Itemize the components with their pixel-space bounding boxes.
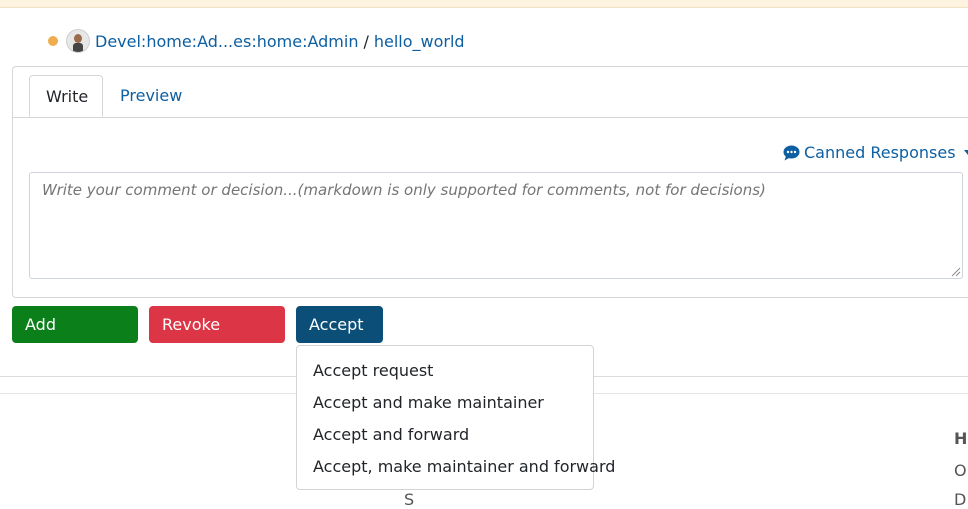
tab-preview[interactable]: Preview [104,75,198,117]
add-comment-button[interactable]: Add comment [12,306,138,371]
accept-button-label: Accept [309,315,364,334]
comment-bubble-icon [783,145,800,160]
resize-handle-icon[interactable] [951,267,961,277]
comment-textarea[interactable] [29,172,963,279]
package-link[interactable]: hello_world [374,32,465,51]
comment-editor-card: Write Preview Canned Responses [12,66,968,298]
tab-write[interactable]: Write [29,75,103,117]
menu-item-accept-forward[interactable]: Accept and forward [297,419,593,451]
canned-responses-label: Canned Responses [804,143,956,162]
footer-item[interactable]: O [954,461,967,480]
menu-item-accept-maintainer-forward[interactable]: Accept, make maintainer and forward [297,451,615,483]
project-link[interactable]: Devel:home:Ad...es:home:Admin [95,32,358,51]
breadcrumb-separator: / [363,31,369,51]
accept-dropdown-menu: Accept request Accept and make maintaine… [296,345,615,490]
revoke-request-button[interactable]: Revoke request [149,306,285,371]
top-banner [0,0,968,8]
status-dot-icon [48,36,58,46]
canned-responses-dropdown[interactable]: Canned Responses [783,143,968,162]
footer-heading: H [954,429,968,448]
request-header: Devel:home:Ad...es:home:Admin / hello_wo… [48,28,465,54]
menu-item-accept-make-maintainer[interactable]: Accept and make maintainer [297,387,593,419]
user-avatar[interactable] [66,29,90,53]
menu-item-accept-request[interactable]: Accept request [297,355,593,387]
caret-down-icon [963,150,968,155]
accept-dropdown-button[interactable]: Accept [296,306,383,367]
editor-tabs: Write Preview [13,67,968,118]
